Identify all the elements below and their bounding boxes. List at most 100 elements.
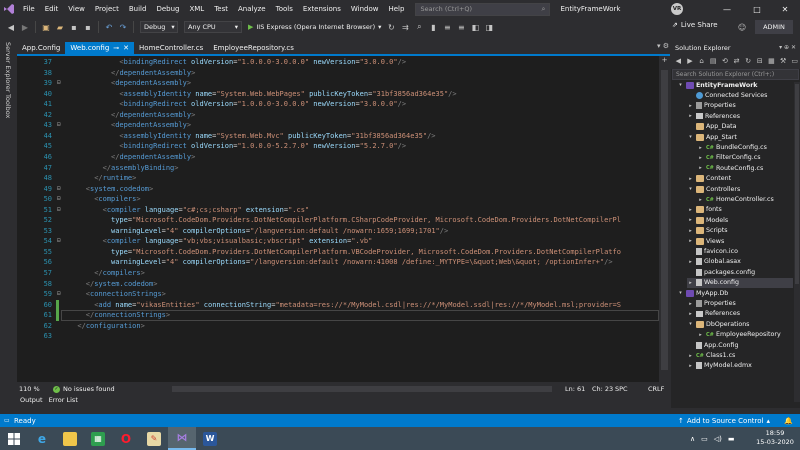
menu-analyze[interactable]: Analyze [233,5,271,13]
collapsed-chevron-icon[interactable]: ▸ [687,176,694,182]
back-icon[interactable]: ◀ [4,20,18,34]
undo-icon[interactable]: ↶ [102,20,116,34]
pin-icon[interactable]: ▾ ⊕ ✕ [779,44,796,51]
tree-item[interactable]: ▸ References [687,309,793,319]
tab-list-dropdown-icon[interactable]: ▾ ⚙ [657,42,669,50]
collapsed-chevron-icon[interactable]: ▸ [697,165,704,171]
collapsed-chevron-icon[interactable]: ▸ [687,363,694,369]
user-avatar[interactable]: VR [671,3,683,15]
battery-icon[interactable]: ▬ [728,435,735,443]
add-to-source-control-button[interactable]: ↑ Add to Source Control ▴ [678,417,770,425]
code-editor[interactable]: 37 <bindingRedirect oldVersion="1.0.0.0-3… [17,56,659,382]
close-icon[interactable]: ✕ [123,44,129,52]
comment-icon[interactable]: ≡ [440,20,454,34]
menu-extensions[interactable]: Extensions [298,5,346,13]
code-line[interactable]: 40 <assemblyIdentity name="System.Web.Web… [17,89,659,100]
editor-tab[interactable]: Web.config ⊸ ✕ [65,42,135,54]
tree-item[interactable]: ▾ DbOperations [687,319,793,329]
tree-item[interactable]: ▾ MyApp.Db [677,288,793,298]
notifications-bell-icon[interactable]: 🔔 [784,417,793,425]
code-line[interactable]: 45 <bindingRedirect oldVersion="1.0.0.0-5… [17,141,659,152]
fold-toggle-icon[interactable]: ⊟ [57,184,65,195]
tree-item[interactable]: ▸ Properties [687,101,793,111]
code-line[interactable]: 63 [17,331,659,342]
tree-item[interactable]: ▸ C# FilterConfig.cs [697,153,793,163]
fold-toggle-icon[interactable]: ⊟ [57,289,65,300]
pending-changes-icon[interactable]: ⟲ [720,56,731,67]
tree-item[interactable]: ▸ Content [687,174,793,184]
refresh-icon[interactable]: ↻ [743,56,754,67]
pin-icon[interactable]: ⊸ [113,44,119,52]
editor-tab[interactable]: HomeController.cs [134,42,208,54]
volume-icon[interactable]: ◁) [714,435,722,443]
code-line[interactable]: 55 type="Microsoft.CodeDom.Providers.DotN… [17,247,659,258]
bookmark-icon[interactable]: ▮ [426,20,440,34]
fold-toggle-icon[interactable]: ⊟ [57,78,65,89]
editor-horizontal-scrollbar[interactable] [172,386,552,392]
tree-item[interactable]: ▸ C# RouteConfig.cs [697,163,793,173]
tree-item[interactable]: ▸ Models [687,215,793,225]
search-input[interactable]: Search (Ctrl+Q) ⌕ [415,2,551,16]
home-icon[interactable]: ⌂ [696,56,707,67]
toolbox-tab[interactable]: Toolbox [4,94,12,118]
fold-toggle-icon[interactable]: ⊟ [57,194,65,205]
code-line[interactable]: 49 ⊟ <system.codedom> [17,184,659,195]
minimize-icon[interactable]: — [715,1,739,17]
taskbar-word[interactable]: W [196,427,224,450]
tree-item[interactable]: ▸ C# HomeController.cs [697,194,793,204]
collapsed-chevron-icon[interactable]: ▸ [697,332,704,338]
forward-icon[interactable]: ▶ [18,20,32,34]
taskbar-store[interactable]: ▦ [84,427,112,450]
fold-toggle-icon[interactable]: ⊟ [57,205,65,216]
network-icon[interactable]: ▭ [701,435,708,443]
collapse-all-icon[interactable]: ⊟ [754,56,765,67]
configuration-dropdown[interactable]: Debug ▾ [140,21,178,33]
code-line[interactable]: 62 </configuration> [17,321,659,332]
start-button[interactable] [0,427,28,450]
expanded-chevron-icon[interactable]: ▾ [687,186,694,192]
tree-item[interactable]: ▾ EntityFrameWork [677,80,793,90]
split-editor-icon[interactable]: + [659,56,670,65]
save-icon[interactable]: ▪ [67,20,81,34]
menu-debug[interactable]: Debug [151,5,184,13]
code-line[interactable]: 53 warningLevel="4" compilerOptions="/lan… [17,226,659,237]
preview-icon[interactable]: ▭ [789,56,800,67]
save-all-icon[interactable]: ▪ [81,20,95,34]
tab-output[interactable]: Output [17,396,46,407]
tree-item[interactable]: ▸ fonts [687,205,793,215]
collapsed-chevron-icon[interactable]: ▸ [697,145,704,151]
code-line[interactable]: 44 <assemblyIdentity name="System.Web.Mvc… [17,131,659,142]
open-file-icon[interactable]: ▰ [53,20,67,34]
expanded-chevron-icon[interactable]: ▾ [687,134,694,140]
taskbar-opera[interactable]: O [112,427,140,450]
tree-item[interactable]: App.Config [687,340,793,350]
tree-item[interactable]: ▸ C# Class1.cs [687,350,793,360]
code-line[interactable]: 52 type="Microsoft.CodeDom.Providers.DotN… [17,215,659,226]
tree-item[interactable]: App_Data [687,122,793,132]
code-line[interactable]: 51 ⊟ <compiler language="c#;cs;csharp" ext… [17,205,659,216]
menu-build[interactable]: Build [124,5,152,13]
collapsed-chevron-icon[interactable]: ▸ [687,217,694,223]
zoom-level[interactable]: 110 % [19,385,53,393]
taskbar-paint[interactable]: ✎ [140,427,168,450]
code-line[interactable]: 59 ⊟ <connectionStrings> [17,289,659,300]
collapsed-chevron-icon[interactable]: ▸ [697,155,704,161]
code-line[interactable]: 43 ⊟ <dependentAssembly> [17,120,659,131]
code-line[interactable]: 42 </dependentAssembly> [17,110,659,121]
sync-icon[interactable]: ⇄ [731,56,742,67]
tree-item[interactable]: ▸ Scripts [687,226,793,236]
bookmark-prev-icon[interactable]: ◧ [468,20,482,34]
code-line[interactable]: 39 ⊟ <dependentAssembly> [17,78,659,89]
menu-view[interactable]: View [63,5,90,13]
find-icon[interactable]: ⌕ [412,20,426,34]
tree-item[interactable]: ▸ MyModel.edmx [687,361,793,371]
collapsed-chevron-icon[interactable]: ▸ [687,301,694,307]
expanded-chevron-icon[interactable]: ▾ [677,290,684,296]
tree-item[interactable]: ▾ App_Start [687,132,793,142]
code-line[interactable]: 41 <bindingRedirect oldVersion="1.0.0.0-3… [17,99,659,110]
menu-file[interactable]: File [18,5,40,13]
show-all-files-icon[interactable]: ▦ [766,56,777,67]
tree-item[interactable]: ▸ Global.asax [687,257,793,267]
code-line[interactable]: 47 </assemblyBinding> [17,163,659,174]
refresh-icon[interactable]: ↻ [384,20,398,34]
